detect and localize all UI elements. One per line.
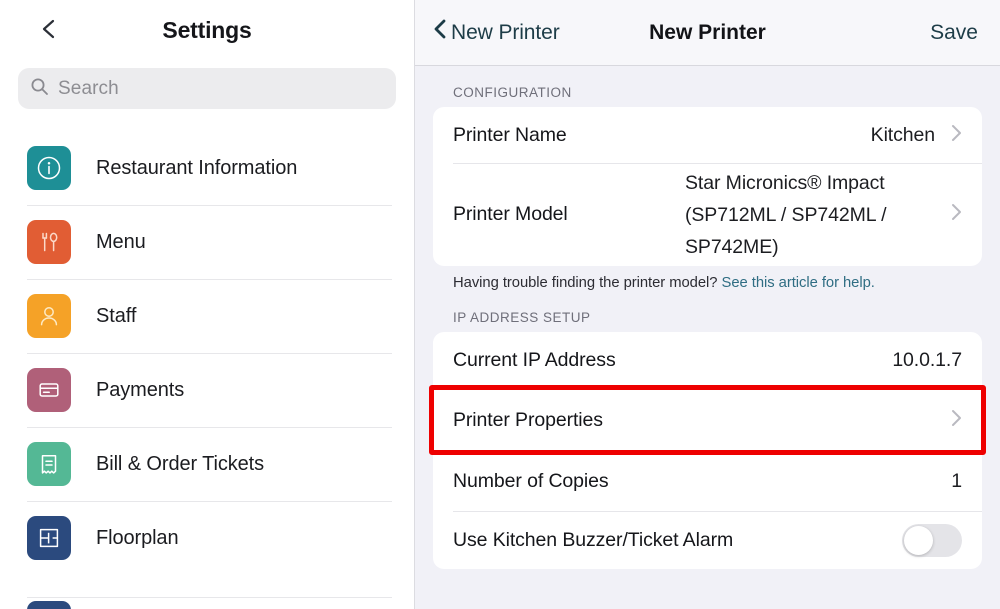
sidebar-item-label: Staff (96, 304, 137, 327)
chevron-right-icon (951, 124, 962, 147)
sidebar-item-staff[interactable]: Staff (0, 279, 414, 353)
row-kitchen-buzzer-alarm: Use Kitchen Buzzer/Ticket Alarm (433, 511, 982, 569)
help-text-prefix: Having trouble finding the printer model… (453, 275, 722, 291)
sidebar-item-restaurant-information[interactable]: Restaurant Information (0, 131, 414, 205)
settings-sidebar: Settings Search Restaurant Information M… (0, 0, 415, 609)
chevron-left-icon[interactable] (38, 18, 60, 40)
sidebar-item-floorplan[interactable]: Floorplan (0, 501, 414, 575)
row-printer-properties[interactable]: Printer Properties (433, 388, 982, 452)
search-container: Search (0, 60, 414, 109)
sidebar-item-menu[interactable]: Menu (0, 205, 414, 279)
chevron-right-icon (951, 203, 962, 226)
row-value: 10.0.1.7 (892, 348, 962, 371)
fork-spoon-icon (27, 220, 71, 264)
row-label: Printer Properties (453, 408, 603, 431)
row-label: Current IP Address (453, 348, 616, 371)
sidebar-item-label: Restaurant Information (96, 156, 298, 179)
save-button[interactable]: Save (930, 21, 978, 45)
sidebar-list: Restaurant Information Menu Staff Paymen… (0, 131, 414, 609)
row-printer-name[interactable]: Printer Name Kitchen (433, 107, 982, 163)
section-heading-configuration: CONFIGURATION (453, 85, 572, 100)
ip-address-setup-card: Current IP Address 10.0.1.7 Printer Prop… (433, 332, 982, 569)
toggle-knob (904, 525, 933, 555)
row-value: Star Micronics® Impact (SP712ML / SP742M… (685, 171, 887, 258)
back-button[interactable]: New Printer (433, 18, 560, 47)
sidebar-item-label: Menu (96, 230, 146, 253)
chevron-left-icon (433, 18, 447, 47)
new-printer-detail-panel: New Printer New Printer Save CONFIGURATI… (415, 0, 1000, 609)
page-title: Settings (162, 16, 252, 43)
row-label: Printer Name (453, 123, 567, 146)
info-circle-icon (27, 146, 71, 190)
search-icon (30, 77, 49, 101)
sidebar-item-icon-partial (27, 601, 71, 609)
row-printer-model[interactable]: Printer Model Star Micronics® Impact (SP… (433, 163, 982, 266)
sidebar-item-label: Floorplan (96, 526, 179, 549)
app-root: Settings Search Restaurant Information M… (0, 0, 1000, 609)
detail-body: CONFIGURATION Printer Name Kitchen Print… (415, 66, 1000, 569)
row-label: Printer Model (453, 203, 568, 225)
sidebar-item-payments[interactable]: Payments (0, 353, 414, 427)
section-heading-ip-address-setup: IP ADDRESS SETUP (453, 310, 591, 325)
back-button-label: New Printer (451, 20, 560, 44)
row-value: Kitchen (870, 123, 935, 146)
sidebar-item-bill-order-tickets[interactable]: Bill & Order Tickets (0, 427, 414, 501)
kitchen-buzzer-toggle[interactable] (902, 523, 962, 557)
floorplan-icon (27, 516, 71, 560)
row-current-ip-address: Current IP Address 10.0.1.7 (433, 332, 982, 388)
row-value: 1 (951, 470, 962, 492)
chevron-right-icon (951, 409, 962, 432)
receipt-icon (27, 442, 71, 486)
row-number-of-copies[interactable]: Number of Copies 1 (433, 452, 982, 511)
row-label: Use Kitchen Buzzer/Ticket Alarm (453, 528, 734, 551)
help-article-link[interactable]: See this article for help. (722, 275, 875, 291)
sidebar-item-label: Bill & Order Tickets (96, 452, 265, 475)
sidebar-item-label: Payments (96, 378, 185, 401)
sidebar-item-next-partial[interactable] (0, 597, 414, 609)
configuration-card: Printer Name Kitchen Printer Model Star … (433, 107, 982, 266)
detail-header: New Printer New Printer Save (415, 0, 1000, 66)
search-placeholder: Search (58, 77, 119, 99)
search-input[interactable]: Search (18, 68, 396, 109)
printer-model-help-text: Having trouble finding the printer model… (433, 266, 982, 291)
sidebar-header: Settings (0, 0, 414, 60)
row-label: Number of Copies (453, 470, 609, 492)
credit-card-icon (27, 368, 71, 412)
person-icon (27, 294, 71, 338)
